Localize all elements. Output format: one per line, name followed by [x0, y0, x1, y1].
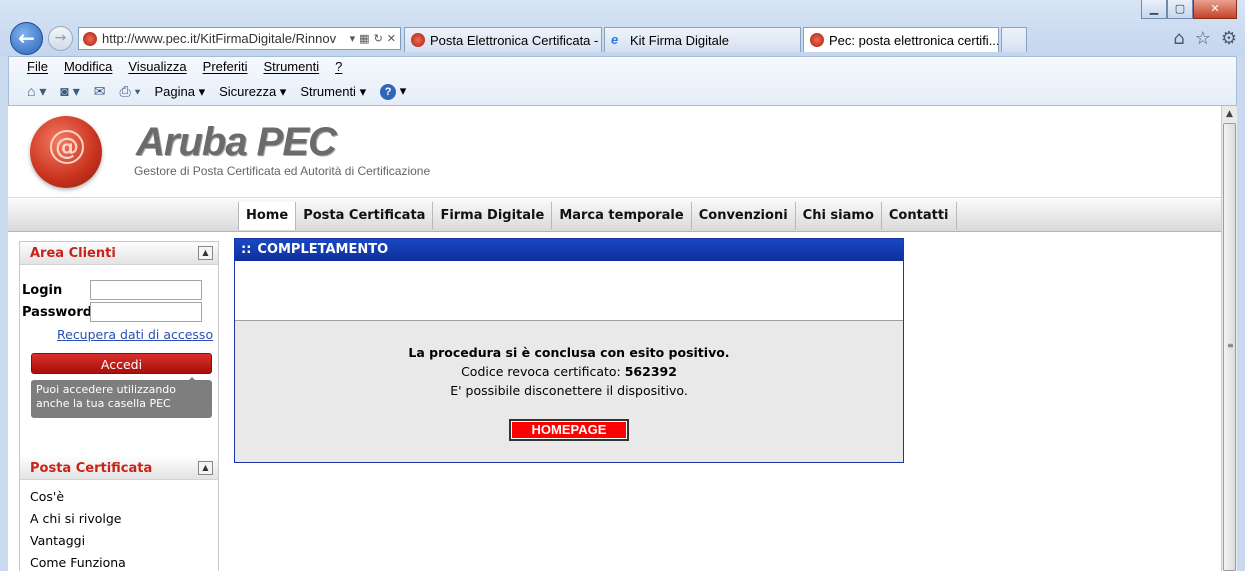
menu-strumenti[interactable]: Strumenti [263, 59, 319, 74]
nav-home[interactable]: Home [238, 202, 297, 230]
tab-kit-firma-digitale[interactable]: e Kit Firma Digitale [604, 27, 801, 52]
compat-view-icon[interactable]: ▦ [359, 32, 369, 45]
sidebar-link-come-funziona[interactable]: Come Funziona [30, 552, 126, 571]
vertical-scrollbar[interactable]: ▲ ≡ [1221, 106, 1237, 571]
ie-favicon-icon: e [611, 32, 619, 47]
panel-blank-area [235, 261, 903, 321]
completion-panel: :: COMPLETAMENTO La procedura si è conclu… [234, 238, 904, 463]
scrollbar-thumb[interactable]: ≡ [1223, 123, 1236, 571]
recover-access-link[interactable]: Recupera dati di accesso [57, 327, 213, 342]
nav-convenzioni[interactable]: Convenzioni [692, 202, 796, 230]
login-input[interactable] [90, 280, 202, 300]
homepage-button[interactable]: HOMEPAGE [509, 419, 629, 441]
dropdown-icon[interactable]: ▾ [350, 32, 356, 45]
sidebar-link-a-chi-si-rivolge[interactable]: A chi si rivolge [30, 508, 126, 530]
sidebar-link-vantaggi[interactable]: Vantaggi [30, 530, 126, 552]
password-label: Password [22, 304, 93, 320]
scroll-grip-icon: ≡ [1227, 341, 1234, 350]
posta-certificata-links: Cos'è A chi si rivolge Vantaggi Come Fun… [30, 486, 126, 571]
tab-posta-elettronica[interactable]: Posta Elettronica Certificata - F... [404, 27, 602, 52]
nav-posta-certificata[interactable]: Posta Certificata [296, 202, 434, 230]
tab-pec-active[interactable]: Pec: posta elettronica certifi... ✕ [803, 27, 999, 52]
address-url[interactable]: http://www.pec.it/KitFirmaDigitale/Rinno… [102, 31, 350, 46]
refresh-icon[interactable]: ↻ [374, 32, 383, 45]
menu-file[interactable]: File [27, 59, 48, 74]
posta-certificata-title: Posta Certificata [30, 461, 153, 476]
mail-icon[interactable]: ✉ [94, 83, 106, 100]
nav-firma-digitale[interactable]: Firma Digitale [433, 202, 553, 230]
area-clienti-title: Area Clienti [30, 246, 116, 261]
aruba-favicon-icon [810, 33, 824, 47]
panel-header: :: COMPLETAMENTO [235, 239, 903, 261]
collapse-chevron-up-icon[interactable]: ▲ [198, 461, 213, 475]
cmd-sicurezza[interactable]: Sicurezza ▾ [219, 84, 286, 100]
menu-preferiti[interactable]: Preferiti [203, 59, 248, 74]
panel-title: COMPLETAMENTO [257, 242, 389, 257]
accedi-button[interactable]: Accedi [31, 353, 212, 374]
nav-contatti[interactable]: Contatti [882, 202, 957, 230]
favorites-star-icon[interactable]: ☆ [1195, 28, 1211, 49]
forward-arrow-icon[interactable]: → [48, 26, 73, 51]
window-controls: ▁ ▢ ✕ [1141, 0, 1237, 19]
settings-gear-icon[interactable]: ⚙ [1221, 28, 1237, 49]
site-header: @ Aruba PEC Gestore di Posta Certificata… [8, 106, 1221, 198]
menu-visualizza[interactable]: Visualizza [128, 59, 186, 74]
menu-command-bar: File Modifica Visualizza Preferiti Strum… [8, 56, 1237, 106]
collapse-chevron-up-icon[interactable]: ▲ [198, 246, 213, 260]
password-input[interactable] [90, 302, 202, 322]
maximize-icon[interactable]: ▢ [1167, 0, 1193, 19]
aruba-favicon-icon [83, 31, 97, 46]
back-arrow-icon[interactable]: ← [10, 22, 43, 55]
success-message: La procedura si è conclusa con esito pos… [408, 345, 730, 360]
menu-bar: File Modifica Visualizza Preferiti Strum… [27, 59, 342, 74]
revoke-code-label: Codice revoca certificato: [461, 364, 621, 379]
address-bar[interactable]: http://www.pec.it/KitFirmaDigitale/Rinno… [78, 27, 401, 50]
login-label: Login [22, 282, 63, 298]
area-clienti-header: Area Clienti ▲ [20, 242, 218, 265]
help-icon[interactable]: ? ▾ [380, 83, 406, 100]
login-tooltip: Puoi accedere utilizzando anche la tua c… [31, 377, 212, 418]
brand-logo[interactable]: Aruba PEC [136, 120, 337, 165]
top-navigation: Home Posta Certificata Firma Digitale Ma… [8, 199, 1221, 232]
aruba-favicon-icon [411, 33, 425, 47]
menu-help[interactable]: ? [335, 59, 342, 74]
close-window-icon[interactable]: ✕ [1193, 0, 1237, 19]
command-bar: ⌂ ▾ ◙ ▾ ✉ ⎙ ▾ Pagina ▾ Sicurezza ▾ Strum… [27, 83, 406, 100]
scroll-up-arrow-icon[interactable]: ▲ [1222, 106, 1237, 122]
menu-modifica[interactable]: Modifica [64, 59, 112, 74]
tab-strip: Posta Elettronica Certificata - F... e K… [404, 27, 1029, 52]
rss-feed-icon[interactable]: ◙ ▾ [60, 83, 79, 100]
revoke-code-value: 562392 [624, 364, 677, 379]
sidebar-link-cose[interactable]: Cos'è [30, 486, 126, 508]
print-icon[interactable]: ⎙ ▾ [119, 83, 140, 100]
at-sign-icon: @ [50, 130, 84, 164]
posta-certificata-header: Posta Certificata ▲ [20, 457, 218, 480]
stop-icon[interactable]: ✕ [387, 32, 396, 45]
browser-titlebar: ▁ ▢ ✕ ← → http://www.pec.it/KitFirmaDigi… [0, 0, 1245, 56]
grip-dots-icon: :: [241, 242, 252, 257]
page-viewport: @ Aruba PEC Gestore di Posta Certificata… [8, 106, 1221, 571]
sidebar: Area Clienti ▲ Login Password Recupera d… [19, 241, 219, 571]
nav-chi-siamo[interactable]: Chi siamo [796, 202, 882, 230]
disconnect-note: E' possibile disconettere il dispositivo… [450, 383, 688, 398]
cmd-strumenti[interactable]: Strumenti ▾ [300, 84, 366, 100]
brand-tagline: Gestore di Posta Certificata ed Autorità… [134, 164, 431, 178]
nav-marca-temporale[interactable]: Marca temporale [552, 202, 692, 230]
revoke-code-line: Codice revoca certificato: 562392 [235, 362, 903, 381]
home-icon[interactable]: ⌂ [1173, 28, 1184, 49]
home-cmd-icon[interactable]: ⌂ ▾ [27, 83, 46, 100]
minimize-icon[interactable]: ▁ [1141, 0, 1167, 19]
cmd-pagina[interactable]: Pagina ▾ [154, 84, 205, 100]
new-tab-button[interactable] [1001, 27, 1027, 52]
panel-body: La procedura si è conclusa con esito pos… [235, 321, 903, 462]
